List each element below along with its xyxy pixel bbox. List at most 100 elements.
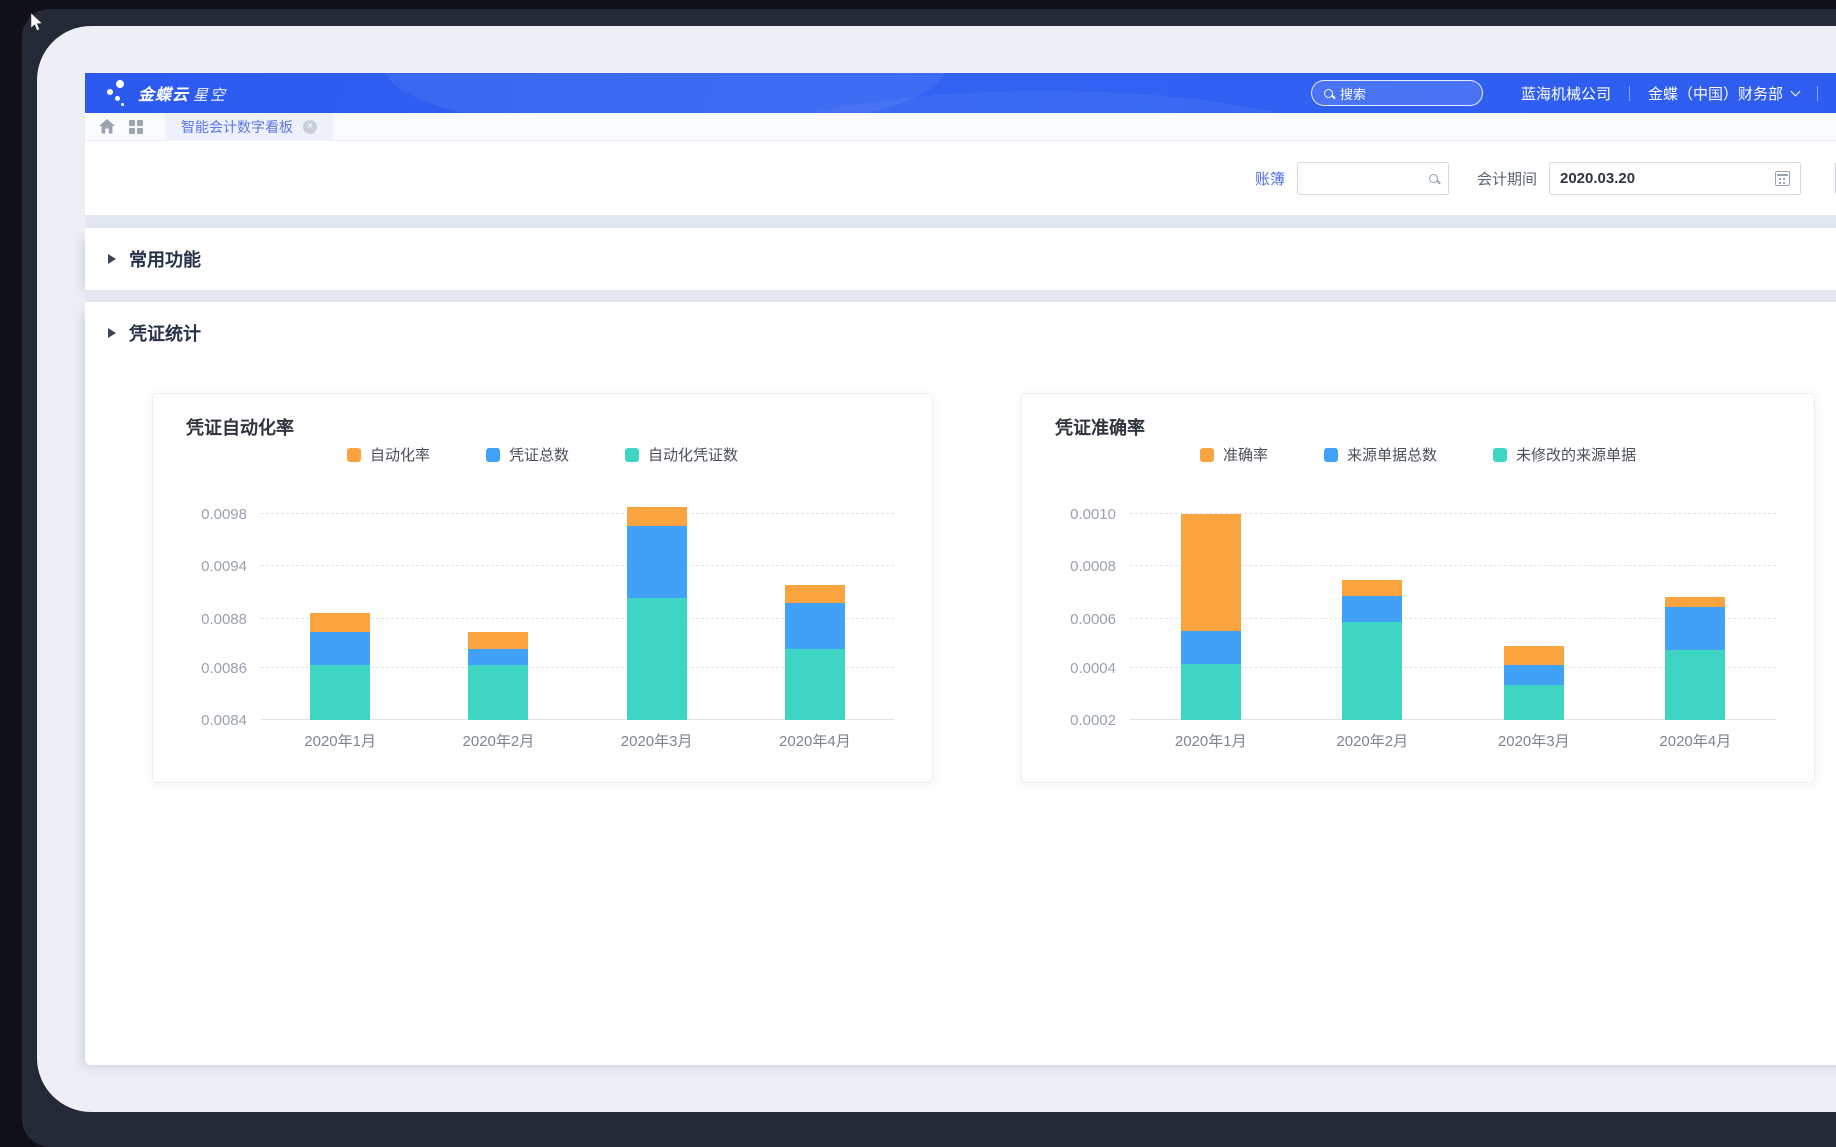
tab-bar: 智能会计数字看板 × [85, 113, 1836, 141]
legend-label: 未修改的来源单据 [1516, 444, 1636, 465]
stacked-bar [785, 506, 845, 720]
global-search-input[interactable]: 搜索 [1311, 80, 1483, 106]
y-axis-tick-label: 0.0010 [1070, 506, 1116, 523]
chart-card-voucher-automation-rate: 凭证自动化率 自动化率 凭证总数 自动化凭证数 0.0098 0.0094 0.0088… [152, 393, 933, 783]
chevron-down-icon [1791, 86, 1801, 96]
legend-swatch [1324, 448, 1338, 462]
bar-segment [785, 649, 845, 720]
legend-swatch [1493, 448, 1507, 462]
x-axis-label: 2020年2月 [1292, 730, 1454, 751]
section-header-voucher-statistics[interactable]: 凭证统计 [85, 302, 1836, 364]
plot-area [261, 506, 894, 720]
apps-grid-icon[interactable] [129, 120, 143, 134]
collapse-arrow-icon [108, 254, 116, 264]
stacked-bar [1342, 506, 1402, 720]
accounting-period-input[interactable]: 2020.03.20 [1549, 162, 1801, 195]
bar-segment [1504, 685, 1564, 720]
company-name[interactable]: 蓝海机械公司 [1521, 83, 1611, 104]
x-axis-label: 2020年3月 [578, 730, 736, 751]
legend-item[interactable]: 凭证总数 [486, 444, 569, 465]
section-common-functions: 常用功能 [85, 228, 1836, 290]
collapse-arrow-icon [108, 328, 116, 338]
chart-legend: 准确率 来源单据总数 未修改的来源单据 [1022, 444, 1814, 465]
legend-swatch [1200, 448, 1214, 462]
legend-item[interactable]: 自动化凭证数 [625, 444, 738, 465]
legend-item[interactable]: 自动化率 [347, 444, 430, 465]
legend-item[interactable]: 来源单据总数 [1324, 444, 1437, 465]
bar-segment [468, 665, 528, 720]
y-axis: 0.00100.00080.00060.00040.0002 [1022, 506, 1130, 720]
x-axis-label: 2020年1月 [261, 730, 419, 751]
account-book-input[interactable] [1297, 162, 1449, 195]
legend-swatch [486, 448, 500, 462]
legend-swatch [347, 448, 361, 462]
legend-item[interactable]: 准确率 [1200, 444, 1268, 465]
navbar-divider [1817, 86, 1818, 101]
bar-segment [310, 665, 370, 720]
stacked-bar [1504, 506, 1564, 720]
accounting-period-label: 会计期间 [1477, 168, 1537, 189]
app-window: 金蝶云星空 搜索 蓝海机械公司 金蝶（中国）财务部 ? 智能会计数字看板 × [37, 26, 1836, 1112]
mouse-cursor-icon [30, 13, 44, 33]
tab-smart-accounting-dashboard[interactable]: 智能会计数字看板 × [165, 113, 333, 141]
chart-title: 凭证准确率 [1055, 414, 1145, 440]
bar-segment [1342, 622, 1402, 720]
y-axis-tick-label: 0.0086 [201, 660, 247, 677]
chart-title: 凭证自动化率 [186, 414, 294, 440]
y-axis-tick-label: 0.0094 [201, 558, 247, 575]
x-axis-label: 2020年2月 [419, 730, 577, 751]
stacked-bar [1665, 506, 1725, 720]
legend-label: 自动化率 [370, 444, 430, 465]
calendar-icon[interactable] [1775, 171, 1790, 186]
bars-layer [1130, 506, 1776, 720]
legend-item[interactable]: 未修改的来源单据 [1493, 444, 1636, 465]
section-voucher-statistics: 凭证统计 凭证自动化率 自动化率 凭证总数 自动化凭证数 0.0098 0.0094 0… [85, 302, 1836, 1065]
stacked-bar [1181, 506, 1241, 720]
accounting-period-value: 2020.03.20 [1560, 170, 1635, 187]
search-icon [1429, 174, 1438, 183]
section-gap [85, 290, 1836, 302]
account-book-label: 账簿 [1255, 168, 1285, 189]
x-axis-label: 2020年3月 [1453, 730, 1615, 751]
y-axis-tick-label: 0.0088 [201, 611, 247, 628]
bar-segment [1665, 650, 1725, 720]
tab-close-icon[interactable]: × [303, 120, 317, 134]
legend-swatch [625, 448, 639, 462]
y-axis: 0.00980.00940.00880.00860.0084 [153, 506, 261, 720]
x-axis: 2020年1月2020年2月2020年3月2020年4月 [1130, 730, 1776, 751]
chart-legend: 自动化率 凭证总数 自动化凭证数 [153, 444, 932, 465]
search-placeholder: 搜索 [1340, 84, 1366, 103]
section-title: 常用功能 [129, 246, 201, 272]
home-icon[interactable] [99, 119, 115, 134]
kingdee-logo-icon [107, 78, 129, 108]
stacked-bar [310, 506, 370, 720]
x-axis: 2020年1月2020年2月2020年3月2020年4月 [261, 730, 894, 751]
org-switcher[interactable]: 金蝶（中国）财务部 [1648, 83, 1799, 104]
legend-label: 凭证总数 [509, 444, 569, 465]
app-logo: 金蝶云星空 [138, 81, 227, 105]
legend-label: 自动化凭证数 [648, 444, 738, 465]
navbar-divider [1629, 86, 1630, 101]
section-header-common-functions[interactable]: 常用功能 [85, 228, 1836, 290]
search-icon [1324, 89, 1333, 98]
bar-segment [627, 598, 687, 720]
y-axis-tick-label: 0.0002 [1070, 712, 1116, 729]
top-navbar: 金蝶云星空 搜索 蓝海机械公司 金蝶（中国）财务部 ? [85, 73, 1836, 113]
x-axis-label: 2020年4月 [736, 730, 894, 751]
org-name: 金蝶（中国）财务部 [1648, 83, 1783, 104]
y-axis-tick-label: 0.0084 [201, 712, 247, 729]
legend-label: 来源单据总数 [1347, 444, 1437, 465]
y-axis-tick-label: 0.0098 [201, 506, 247, 523]
x-axis-label: 2020年1月 [1130, 730, 1292, 751]
bars-layer [261, 506, 894, 720]
tab-label: 智能会计数字看板 [181, 117, 293, 137]
plot-area [1130, 506, 1776, 720]
legend-label: 准确率 [1223, 444, 1268, 465]
y-axis-tick-label: 0.0006 [1070, 611, 1116, 628]
stacked-bar [627, 506, 687, 720]
y-axis-tick-label: 0.0008 [1070, 558, 1116, 575]
x-axis-label: 2020年4月 [1615, 730, 1777, 751]
filter-bar: 账簿 会计期间 2020.03.20 查询 [85, 141, 1836, 215]
chart-card-voucher-accuracy-rate: 凭证准确率 准确率 来源单据总数 未修改的来源单据 0.0010 0.0008 0.00… [1021, 393, 1815, 783]
stacked-bar [468, 506, 528, 720]
